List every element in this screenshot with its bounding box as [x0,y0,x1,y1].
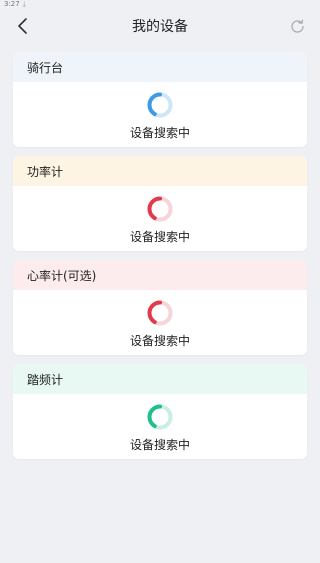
device-card-cadence[interactable]: 踏频计 设备搜索中 [13,364,307,459]
loading-spinner-icon [147,300,173,326]
device-card-body: 设备搜索中 [13,290,307,355]
device-name: 功率计 [27,164,64,179]
device-card-header: 骑行台 [13,52,307,82]
device-card-header: 踏频计 [13,364,307,394]
page-title: 我的设备 [132,19,188,35]
search-status: 设备搜索中 [129,438,190,452]
loading-spinner-icon [147,92,173,118]
refresh-icon [290,19,304,33]
device-card-power-meter[interactable]: 功率计 设备搜索中 [13,156,307,251]
loading-spinner-icon [147,196,173,222]
search-status: 设备搜索中 [129,126,190,140]
search-status: 设备搜索中 [129,230,190,244]
device-card-body: 设备搜索中 [13,82,307,147]
back-button[interactable] [12,14,34,38]
device-card-body: 设备搜索中 [13,186,307,251]
download-icon: ⤓ [22,0,26,8]
device-card-body: 设备搜索中 [13,394,307,459]
loading-spinner-icon [147,404,173,430]
search-status: 设备搜索中 [129,334,190,348]
device-card-header: 心率计(可选) [13,260,307,290]
device-name: 骑行台 [27,60,64,75]
device-name: 踏频计 [27,372,64,387]
status-time: 3:27 [4,0,20,8]
device-name: 心率计(可选) [27,268,97,283]
device-card-trainer[interactable]: 骑行台 设备搜索中 [13,52,307,147]
header: 我的设备 [0,9,320,43]
status-bar: 3:27 ⤓ [0,0,320,9]
device-card-header: 功率计 [13,156,307,186]
refresh-button[interactable] [286,15,308,37]
device-card-heart-rate[interactable]: 心率计(可选) 设备搜索中 [13,260,307,355]
chevron-left-icon [18,18,27,34]
